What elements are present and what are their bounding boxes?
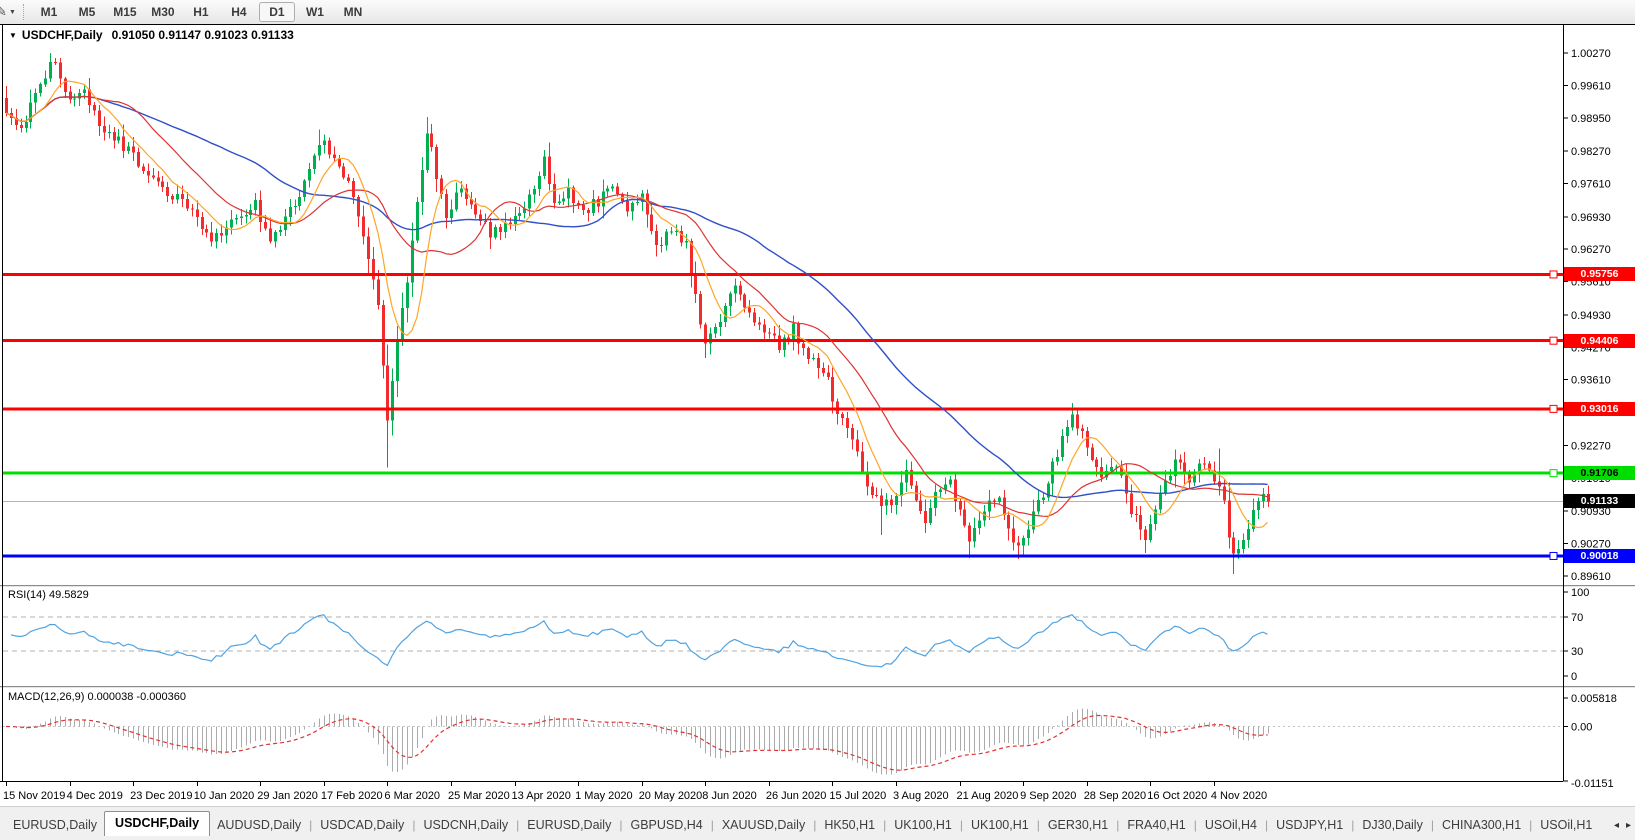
timeframe-button-m1[interactable]: M1: [30, 2, 68, 22]
svg-text:0.94930: 0.94930: [1571, 310, 1611, 322]
chart-tab-dj30-daily[interactable]: DJ30,Daily: [1355, 815, 1429, 835]
svg-text:16 Oct 2020: 16 Oct 2020: [1147, 790, 1207, 802]
chart-tab-hk50-h1[interactable]: HK50,H1: [817, 815, 882, 835]
chart-tab-usdcad-daily[interactable]: USDCAD,Daily: [313, 815, 411, 835]
chart-title: ▼ USDCHF,Daily 0.91050 0.91147 0.91023 0.9…: [9, 28, 294, 42]
svg-text:0.92270: 0.92270: [1571, 440, 1611, 452]
timeframe-button-w1[interactable]: W1: [296, 2, 334, 22]
symbol-label: USDCHF,Daily: [22, 28, 103, 42]
timeframe-button-h4[interactable]: H4: [220, 2, 258, 22]
chart-tab-fra40-h1[interactable]: FRA40,H1: [1120, 815, 1192, 835]
chart-tabs: EURUSD,DailyUSDCHF,DailyAUDUSD,Daily|USD…: [6, 816, 1599, 833]
chart-dropdown-icon[interactable]: ▼: [9, 31, 17, 40]
chart-tab-usdjpy-h1[interactable]: USDJPY,H1: [1269, 815, 1350, 835]
svg-text:17 Feb 2020: 17 Feb 2020: [321, 790, 383, 802]
svg-text:6 Mar 2020: 6 Mar 2020: [384, 790, 440, 802]
svg-text:29 Jan 2020: 29 Jan 2020: [257, 790, 318, 802]
level-price-label: 0.91706: [1564, 466, 1635, 480]
svg-text:4 Nov 2020: 4 Nov 2020: [1211, 790, 1267, 802]
timeframe-button-d1[interactable]: D1: [259, 2, 295, 22]
toolbar-separator: [23, 4, 24, 20]
svg-text:13 Apr 2020: 13 Apr 2020: [512, 790, 571, 802]
chart-tab-bar: EURUSD,DailyUSDCHF,DailyAUDUSD,Daily|USD…: [0, 806, 1635, 840]
chart-tab-eurusd-daily[interactable]: EURUSD,Daily: [520, 815, 618, 835]
svg-text:0.93610: 0.93610: [1571, 375, 1611, 387]
svg-text:28 Sep 2020: 28 Sep 2020: [1084, 790, 1146, 802]
current-price-label: 0.91133: [1564, 494, 1635, 508]
trading-terminal-window: ✎ ▼ M1M5M15M30H1H4D1W1MN 1.00270 0.99610 0…: [0, 0, 1635, 840]
svg-text:10 Jan 2020: 10 Jan 2020: [194, 790, 255, 802]
svg-text:8 Jun 2020: 8 Jun 2020: [702, 790, 756, 802]
svg-text:15 Nov 2019: 15 Nov 2019: [3, 790, 65, 802]
chart-canvas[interactable]: 1.00270 0.99610 0.98950 0.98270 0.97610 0.969…: [0, 24, 1635, 806]
svg-text:0.98270: 0.98270: [1571, 146, 1611, 158]
svg-text:0.005818: 0.005818: [1571, 693, 1617, 705]
chart-tab-ger30-h1[interactable]: GER30,H1: [1041, 815, 1115, 835]
svg-text:9 Sep 2020: 9 Sep 2020: [1020, 790, 1076, 802]
draw-tool-icon[interactable]: ✎: [0, 4, 8, 20]
svg-text:20 May 2020: 20 May 2020: [639, 790, 703, 802]
chart-tab-usoil-h4[interactable]: USOil,H4: [1198, 815, 1264, 835]
tab-scroll-right-icon[interactable]: ▸: [1626, 820, 1631, 831]
chart-tab-gbpusd-h4[interactable]: GBPUSD,H4: [623, 815, 709, 835]
svg-text:0: 0: [1571, 671, 1577, 683]
macd-indicator-label: MACD(12,26,9) 0.000038 -0.000360: [8, 691, 186, 703]
ohlc-values: 0.91050 0.91147 0.91023 0.91133: [112, 28, 294, 42]
svg-text:3 Aug 2020: 3 Aug 2020: [893, 790, 949, 802]
svg-text:1 May 2020: 1 May 2020: [575, 790, 632, 802]
svg-text:0.99610: 0.99610: [1571, 80, 1611, 92]
timeframe-button-group: M1M5M15M30H1H4D1W1MN: [30, 2, 372, 22]
svg-text:-0.01151: -0.01151: [1571, 778, 1614, 790]
svg-text:0.89610: 0.89610: [1571, 571, 1611, 583]
timeframe-button-m15[interactable]: M15: [106, 2, 144, 22]
level-price-label: 0.94406: [1564, 334, 1635, 348]
svg-text:70: 70: [1571, 612, 1583, 624]
level-price-label: 0.93016: [1564, 402, 1635, 416]
chart-tab-usoil-h1[interactable]: USOil,H1: [1533, 815, 1599, 835]
svg-text:4 Dec 2019: 4 Dec 2019: [67, 790, 123, 802]
svg-text:0.00: 0.00: [1571, 722, 1592, 734]
chart-tab-uk100-h1[interactable]: UK100,H1: [887, 815, 959, 835]
chart-tab-xauusd-daily[interactable]: XAUUSD,Daily: [715, 815, 812, 835]
timeframe-button-m30[interactable]: M30: [144, 2, 182, 22]
svg-text:0.90930: 0.90930: [1571, 506, 1611, 518]
chevron-down-icon[interactable]: ▼: [9, 9, 16, 16]
timeframe-toolbar: ✎ ▼ M1M5M15M30H1H4D1W1MN: [0, 0, 1635, 24]
timeframe-button-h1[interactable]: H1: [182, 2, 220, 22]
timeframe-button-m5[interactable]: M5: [68, 2, 106, 22]
chart-tab-eurusd-daily[interactable]: EURUSD,Daily: [6, 815, 104, 835]
chart-tab-uk100-h1[interactable]: UK100,H1: [964, 815, 1036, 835]
rsi-indicator-label: RSI(14) 49.5829: [8, 589, 89, 601]
svg-text:0.96930: 0.96930: [1571, 212, 1611, 224]
level-price-label: 0.95756: [1564, 267, 1635, 281]
svg-text:23 Dec 2019: 23 Dec 2019: [130, 790, 192, 802]
chart-tab-usdcnh-daily[interactable]: USDCNH,Daily: [416, 815, 515, 835]
tab-scroll-controls: ◂▸: [1607, 820, 1631, 831]
svg-text:0.97610: 0.97610: [1571, 178, 1611, 190]
timeframe-button-mn[interactable]: MN: [334, 2, 372, 22]
svg-text:26 Jun 2020: 26 Jun 2020: [766, 790, 827, 802]
svg-text:15 Jul 2020: 15 Jul 2020: [829, 790, 886, 802]
level-price-label: 0.90018: [1564, 549, 1635, 563]
chart-tab-usdchf-daily[interactable]: USDCHF,Daily: [104, 811, 210, 836]
chart-tab-audusd-daily[interactable]: AUDUSD,Daily: [210, 815, 308, 835]
svg-text:0.98950: 0.98950: [1571, 113, 1611, 125]
svg-text:100: 100: [1571, 587, 1589, 599]
svg-text:21 Aug 2020: 21 Aug 2020: [957, 790, 1019, 802]
svg-text:1.00270: 1.00270: [1571, 48, 1611, 60]
svg-text:25 Mar 2020: 25 Mar 2020: [448, 790, 510, 802]
tab-scroll-left-icon[interactable]: ◂: [1614, 820, 1619, 831]
svg-text:0.96270: 0.96270: [1571, 244, 1611, 256]
chart-tab-china300-h1[interactable]: CHINA300,H1: [1435, 815, 1528, 835]
svg-text:30: 30: [1571, 646, 1583, 658]
